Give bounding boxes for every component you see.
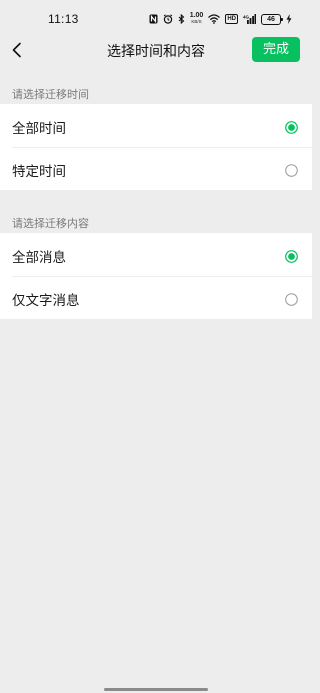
alarm-icon	[163, 14, 173, 24]
option-all-time[interactable]: 全部时间	[0, 104, 312, 147]
done-button[interactable]: 完成	[252, 37, 300, 62]
hd-badge: HD	[225, 14, 238, 24]
radio-selected-icon[interactable]	[285, 248, 298, 263]
navigation-bar: 选择时间和内容 完成	[0, 36, 312, 64]
option-label: 全部消息	[12, 250, 66, 266]
option-label: 仅文字消息	[12, 293, 80, 309]
option-specific-time[interactable]: 特定时间	[0, 147, 312, 190]
migration-settings-screen: 11:13 1.00 KB/S HD 4G 46 选择时间和内容 完成 请选择迁…	[0, 0, 312, 693]
status-icons: 1.00 KB/S HD 4G 46	[149, 12, 292, 26]
network-speed-unit: KB/S	[191, 19, 202, 24]
network-type-label: 4G	[243, 15, 250, 20]
radio-unselected-icon[interactable]	[285, 162, 298, 177]
radio-unselected-icon[interactable]	[285, 291, 298, 306]
option-text-only-messages[interactable]: 仅文字消息	[0, 276, 312, 319]
status-time: 11:13	[48, 12, 79, 26]
cellular-signal-icon: 4G	[243, 14, 256, 24]
charging-icon	[286, 14, 292, 24]
option-label: 特定时间	[12, 164, 66, 180]
time-section-header: 请选择迁移时间	[12, 88, 89, 101]
content-options-group: 全部消息 仅文字消息	[0, 233, 312, 319]
radio-selected-icon[interactable]	[285, 119, 298, 134]
nfc-icon	[149, 14, 158, 24]
bluetooth-icon	[178, 14, 185, 24]
home-indicator[interactable]	[104, 688, 208, 691]
battery-indicator: 46	[261, 13, 283, 25]
time-options-group: 全部时间 特定时间	[0, 104, 312, 190]
wifi-icon	[208, 14, 221, 24]
option-all-messages[interactable]: 全部消息	[0, 233, 312, 276]
network-speed: 1.00 KB/S	[190, 12, 204, 25]
content-section-header: 请选择迁移内容	[12, 217, 89, 230]
option-label: 全部时间	[12, 121, 66, 137]
status-bar: 11:13 1.00 KB/S HD 4G 46	[0, 0, 312, 36]
